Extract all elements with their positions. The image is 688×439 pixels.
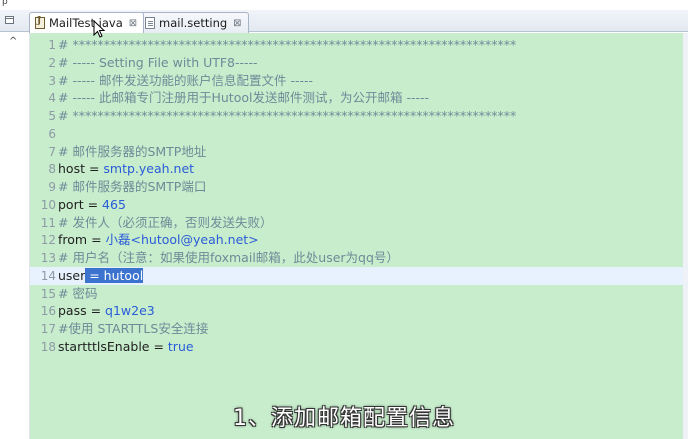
- code-lines[interactable]: 1 # *************************************…: [30, 36, 683, 356]
- property-key: port =: [58, 196, 103, 212]
- code-line[interactable]: 12 from = 小磊<hutool@yeah.net>: [30, 231, 683, 249]
- tab-mail-setting[interactable]: mail.setting ⊠: [139, 12, 249, 33]
- line-comment: #使用 STARTTLS安全连接: [58, 321, 209, 336]
- code-line[interactable]: 16 pass = q1w2e3: [30, 302, 683, 320]
- line-number: 18: [40, 339, 56, 354]
- view-menu-icon: [5, 16, 14, 24]
- property-value: smtp.yeah.net: [103, 161, 195, 177]
- code-line[interactable]: 3 # ----- 邮件发送功能的账户信息配置文件 -----: [30, 72, 683, 90]
- line-number: 15: [40, 286, 56, 301]
- java-file-icon: [35, 16, 45, 29]
- tab-label: mail.setting: [159, 16, 228, 30]
- code-line[interactable]: 11 # 发件人（必须正确，否则发送失败）: [30, 214, 683, 232]
- line-comment: # 发件人（必须正确，否则发送失败）: [58, 214, 273, 230]
- line-number: 3: [48, 73, 56, 88]
- close-icon[interactable]: ⊠: [129, 18, 137, 29]
- line-comment: # **************************************…: [58, 108, 517, 123]
- line-comment: # ----- 此邮箱专门注册用于Hutool发送邮件测试，为公开邮箱 ----…: [58, 90, 429, 106]
- line-number: 16: [40, 304, 56, 319]
- code-line[interactable]: 17 #使用 STARTTLS安全连接: [30, 320, 683, 338]
- line-comment: # 密码: [58, 285, 98, 301]
- property-key: from =: [58, 232, 106, 248]
- editor-left-ruler: [0, 33, 30, 439]
- line-number: 9: [48, 180, 56, 194]
- line-number: 4: [48, 91, 56, 106]
- line-number: 11: [40, 215, 56, 230]
- code-line[interactable]: 9 # 邮件服务器的SMTP端口: [30, 178, 683, 196]
- line-number: 10: [40, 197, 56, 212]
- code-line[interactable]: 8 host = smtp.yeah.net: [30, 160, 683, 178]
- line-number: 13: [40, 251, 56, 265]
- property-value: 465: [102, 196, 126, 212]
- code-line[interactable]: 10 port = 465: [30, 196, 683, 214]
- editor-right-edge: [683, 33, 688, 439]
- code-line[interactable]: 15 # 密码: [30, 285, 683, 303]
- property-value: true: [167, 338, 194, 354]
- line-number: 1: [48, 38, 56, 52]
- line-number: 6: [48, 126, 56, 141]
- code-line[interactable]: 2 # ----- Setting File with UTF8-----: [30, 54, 683, 72]
- line-number: 8: [48, 162, 56, 177]
- code-line[interactable]: 6: [30, 125, 683, 143]
- tab-label: MailTest.java: [49, 16, 123, 30]
- code-line[interactable]: 13 # 用户名（注意：如果使用foxmail邮箱，此处user为qq号）: [30, 249, 683, 267]
- line-number: 7: [48, 144, 56, 159]
- mouse-cursor-icon: [93, 20, 105, 38]
- close-icon[interactable]: ⊠: [233, 18, 241, 29]
- window-top-strip: p: [0, 0, 688, 10]
- line-number: 17: [40, 322, 56, 336]
- line-comment: # **************************************…: [58, 37, 517, 52]
- code-line[interactable]: 1 # *************************************…: [30, 36, 683, 54]
- property-key: host =: [58, 161, 104, 177]
- property-value: q1w2e3: [105, 303, 155, 319]
- property-key: user: [58, 267, 86, 283]
- line-comment: # ----- 邮件发送功能的账户信息配置文件 -----: [58, 72, 313, 88]
- collapse-chevron-icon[interactable]: ^: [9, 36, 17, 47]
- property-value: 小磊<hutool@yeah.net>: [105, 232, 259, 248]
- code-line[interactable]: 5 # *************************************…: [30, 107, 683, 125]
- line-comment: # ----- Setting File with UTF8-----: [58, 54, 258, 70]
- settings-file-icon: [145, 17, 155, 29]
- line-comment: # 邮件服务器的SMTP地址: [58, 143, 207, 159]
- tab-mailtest-java[interactable]: MailTest.java ⊠: [29, 12, 145, 33]
- line-comment: # 邮件服务器的SMTP端口: [58, 179, 207, 194]
- line-number: 12: [40, 233, 56, 248]
- code-line[interactable]: 18 startttlsEnable = true: [30, 338, 683, 356]
- code-line[interactable]: 4 # ----- 此邮箱专门注册用于Hutool发送邮件测试，为公开邮箱 ---…: [30, 89, 683, 107]
- top-edge-glyph: p: [2, 0, 8, 7]
- line-number: 5: [48, 109, 56, 123]
- view-menu-button[interactable]: [0, 10, 20, 32]
- line-number: 2: [48, 55, 56, 70]
- property-key: startttlsEnable =: [58, 338, 168, 354]
- code-line[interactable]: 7 # 邮件服务器的SMTP地址: [30, 143, 683, 161]
- code-line[interactable]: 14 user = hutool: [30, 266, 683, 285]
- line-comment: # 用户名（注意：如果使用foxmail邮箱，此处user为qq号）: [58, 250, 399, 265]
- line-number: 14: [40, 268, 56, 283]
- property-key: pass =: [58, 303, 106, 319]
- selected-text: = hutool: [85, 267, 144, 283]
- video-subtitle: 1、添加邮箱配置信息: [233, 406, 455, 431]
